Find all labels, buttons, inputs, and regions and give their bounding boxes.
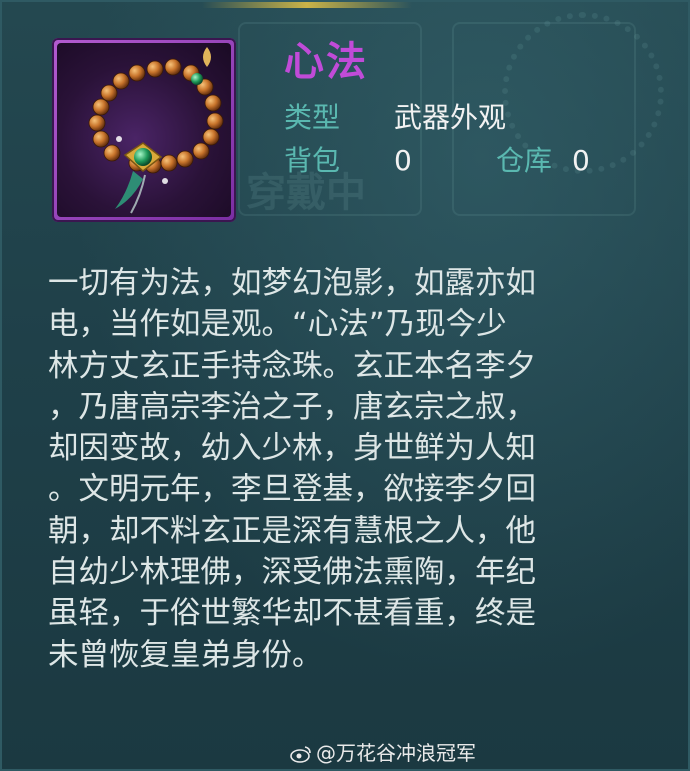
weibo-icon	[290, 742, 312, 763]
bag-count: 0	[394, 144, 412, 177]
type-value: 武器外观	[394, 101, 507, 134]
prayer-beads-icon	[57, 43, 231, 217]
warehouse-count: 0	[572, 144, 590, 177]
description-line: ，乃唐高宗李治之子，唐玄宗之叔，	[48, 389, 536, 425]
description-line: 未曾恢复皇弟身份。	[48, 637, 323, 673]
item-name: 心法	[284, 39, 368, 85]
description-line: 电，当作如是观。“心法”乃现今少	[48, 307, 507, 343]
top-glow-accent	[202, 2, 412, 8]
description-line: 自幼少林理佛，深受佛法熏陶，年纪	[48, 555, 536, 591]
watermark-text: @万花谷冲浪冠军	[316, 741, 476, 765]
description-line: 朝，却不料玄正是深有慧根之人，他	[48, 513, 536, 549]
description-line: 。文明元年，李旦登基，欲接李夕回	[48, 472, 536, 508]
type-label: 类型	[284, 101, 341, 134]
description-line: 一切有为法，如梦幻泡影，如露亦如	[48, 266, 536, 301]
description-line: 林方丈玄正手持念珠。玄正本名李夕	[48, 348, 536, 384]
item-icon-frame[interactable]	[52, 38, 236, 222]
item-tooltip-panel: 穿戴中 心法 类型 武器外观 背包 0 仓库 0 一切有为法，如梦幻泡影，如露亦…	[0, 0, 690, 771]
bag-label: 背包	[284, 144, 341, 177]
weibo-watermark: @万花谷冲浪冠军	[290, 739, 476, 767]
warehouse-label: 仓库	[496, 144, 553, 177]
description-line: 虽轻，于俗世繁华却不甚看重，终是	[48, 596, 536, 632]
description-line: 却因变故，幼入少林，身世鲜为人知	[48, 431, 536, 467]
item-description: 一切有为法，如梦幻泡影，如露亦如 电，当作如是观。“心法”乃现今少 林方丈玄正手…	[48, 263, 648, 676]
